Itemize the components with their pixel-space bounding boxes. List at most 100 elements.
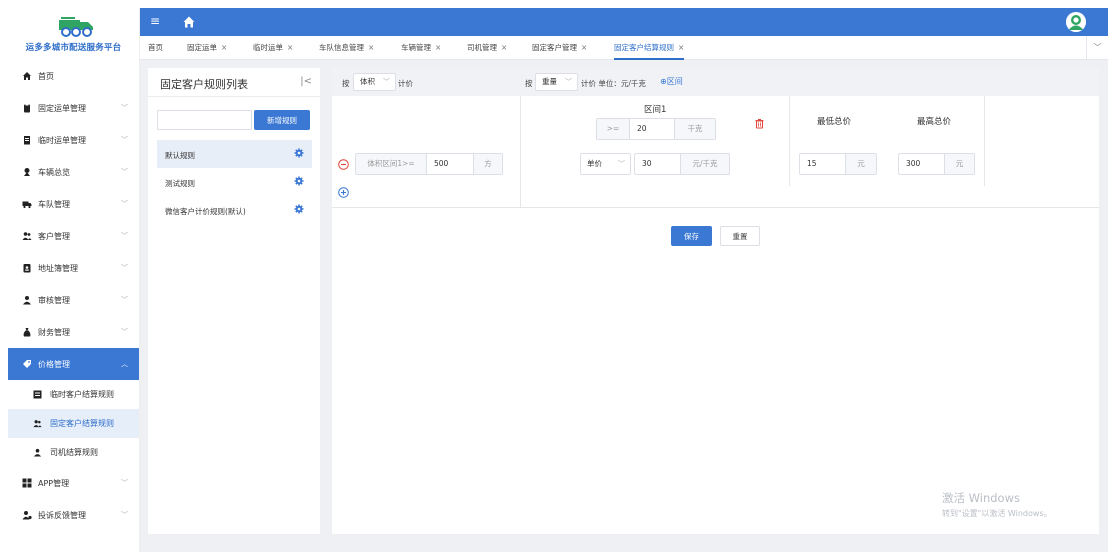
tab-drivers[interactable]: 司机管理 × (467, 36, 507, 60)
range-threshold-field[interactable]: >= 20 千克 (596, 118, 716, 140)
sidebar-item-label: 车辆总览 (38, 167, 70, 177)
sidebar-item-fixed-orders[interactable]: 固定运单管理 ﹀ (8, 92, 139, 124)
tab-label: 首页 (148, 43, 163, 52)
tab-home[interactable]: 首页 (148, 36, 163, 60)
document-icon (22, 135, 32, 145)
tab-vehicles[interactable]: 车辆管理 × (401, 36, 441, 60)
chevron-down-icon: ﹀ (121, 136, 128, 144)
close-icon[interactable]: × (581, 43, 587, 52)
tabs-more-button[interactable]: ﹀ (1086, 36, 1108, 60)
min-total-value[interactable]: 15 (800, 154, 846, 174)
watermark-line-2: 转到"设置"以激活 Windows。 (942, 509, 1052, 518)
avatar[interactable] (1066, 12, 1086, 32)
tab-fixed-customer-rules[interactable]: 固定客户结算规则 × (614, 36, 685, 60)
rule-item-label: 默认规则 (165, 151, 195, 160)
collapse-icon[interactable]: |< (300, 76, 312, 87)
sidebar-item-vehicle-overview[interactable]: 车辆总览 ﹀ (8, 156, 139, 188)
range-unit: 千克 (675, 119, 715, 139)
close-icon[interactable]: × (501, 43, 507, 52)
rules-panel-title: 固定客户规则列表 (160, 78, 248, 91)
max-total-field[interactable]: 300 元 (898, 153, 975, 175)
sidebar-item-label: 车队管理 (38, 199, 70, 209)
unit-price-value[interactable]: 30 (635, 154, 681, 174)
tab-fleet-info[interactable]: 车队信息管理 × (319, 36, 374, 60)
sidebar-subitem-fixed-customer-rules[interactable]: 固定客户结算规则 (8, 409, 139, 438)
rules-panel: 固定客户规则列表 |< 新增规则 默认规则 测试规则 微信客户计价规则(默认) (148, 68, 320, 534)
tab-fixed-customers[interactable]: 固定客户管理 × (532, 36, 587, 60)
list-icon (33, 390, 42, 399)
config-header: 按 体积 ﹀ 计价 按 重量 ﹀ 计价 单位：元/千克 ⊕区间 (332, 68, 1099, 96)
volume-range-unit: 方 (474, 154, 502, 174)
user-icon (33, 448, 42, 457)
new-rule-button[interactable]: 新增规则 (254, 110, 310, 130)
chevron-down-icon: ﹀ (121, 296, 128, 304)
sidebar-item-finance[interactable]: 财务管理 ﹀ (8, 316, 139, 348)
rule-item[interactable]: 默认规则 (157, 140, 312, 168)
pricing-label: 计价 (398, 79, 413, 88)
remove-circle-icon[interactable] (338, 159, 349, 170)
rule-item[interactable]: 测试规则 (157, 168, 312, 196)
sidebar-item-customers[interactable]: 客户管理 ﹀ (8, 220, 139, 252)
gear-icon[interactable] (294, 204, 304, 214)
sidebar-subitem-driver-rules[interactable]: 司机结算规则 (8, 438, 139, 467)
sidebar-item-audit[interactable]: 审核管理 ﹀ (8, 284, 139, 316)
home-icon[interactable] (182, 15, 196, 29)
sidebar-subitem-temp-customer-rules[interactable]: 临时客户结算规则 (8, 380, 139, 409)
logo: 运多多城市配送服务平台 (8, 8, 139, 58)
user-icon (22, 295, 32, 305)
close-icon[interactable]: × (368, 43, 374, 52)
sidebar-item-app[interactable]: APP管理 ﹀ (8, 467, 139, 499)
volume-range-field[interactable]: 体积区间1>= 500 方 (355, 153, 503, 175)
sidebar-item-fleet[interactable]: 车队管理 ﹀ (8, 188, 139, 220)
clipboard-icon (22, 103, 32, 113)
pricing-unit-label: 计价 单位：元/千克 (581, 79, 646, 88)
volume-range-value[interactable]: 500 (426, 154, 474, 174)
sidebar-item-complaints[interactable]: 投诉反馈管理 ﹀ (8, 499, 139, 531)
reset-button[interactable]: 重置 (720, 226, 760, 246)
sidebar-subitem-label: 临时客户结算规则 (50, 390, 114, 399)
rule-search-input[interactable] (157, 110, 252, 130)
top-bar: ≡ (140, 8, 1108, 36)
close-icon[interactable]: × (221, 43, 227, 52)
select-value: 重量 (542, 77, 557, 86)
max-total-value[interactable]: 300 (899, 154, 945, 174)
add-range-button[interactable]: ⊕区间 (660, 76, 683, 87)
sidebar-item-label: 价格管理 (38, 359, 70, 369)
volume-basis-select[interactable]: 体积 ﹀ (353, 73, 396, 91)
select-value: 体积 (360, 77, 375, 86)
unit-price-field[interactable]: 30 元/千克 (634, 153, 730, 175)
range-value[interactable]: 20 (629, 119, 675, 139)
gear-icon[interactable] (294, 148, 304, 158)
close-icon[interactable]: × (678, 43, 684, 52)
min-total-field[interactable]: 15 元 (799, 153, 877, 175)
tabs-bar: 首页 固定运单 × 临时运单 × 车队信息管理 × 车辆管理 × 司机管理 × 固定客户管… (140, 36, 1108, 60)
add-circle-icon[interactable] (338, 187, 349, 198)
chevron-up-icon: ︿ (121, 360, 128, 368)
trash-icon[interactable] (754, 118, 765, 129)
sidebar-item-home[interactable]: 首页 (8, 60, 139, 92)
volume-range-prefix: 体积区间1>= (356, 154, 426, 174)
close-icon[interactable]: × (435, 43, 441, 52)
location-pin-icon (22, 167, 32, 177)
hamburger-menu-icon[interactable]: ≡ (150, 14, 160, 28)
unit-price-select[interactable]: 单价 ﹀ (580, 153, 631, 175)
users-icon (33, 419, 42, 428)
tag-icon (22, 359, 32, 369)
tab-temp-orders[interactable]: 临时运单 × (253, 36, 293, 60)
rule-item[interactable]: 微信客户计价规则(默认) (157, 196, 312, 224)
chevron-down-icon: ﹀ (383, 78, 390, 86)
by-label: 按 (342, 79, 350, 88)
close-icon[interactable]: × (287, 43, 293, 52)
tab-fixed-orders[interactable]: 固定运单 × (187, 36, 227, 60)
save-button[interactable]: 保存 (671, 226, 712, 246)
weight-basis-select[interactable]: 重量 ﹀ (535, 73, 578, 91)
sidebar-item-address-book[interactable]: 地址簿管理 ﹀ (8, 252, 139, 284)
address-book-icon (22, 263, 32, 273)
sidebar-item-pricing[interactable]: 价格管理 ︿ (8, 348, 139, 380)
sidebar-item-label: 固定运单管理 (38, 103, 86, 113)
sidebar-item-label: 投诉反馈管理 (38, 510, 86, 520)
gear-icon[interactable] (294, 176, 304, 186)
sidebar-item-temp-orders[interactable]: 临时运单管理 ﹀ (8, 124, 139, 156)
chevron-down-icon: ﹀ (121, 511, 128, 519)
chevron-down-icon: ﹀ (121, 232, 128, 240)
